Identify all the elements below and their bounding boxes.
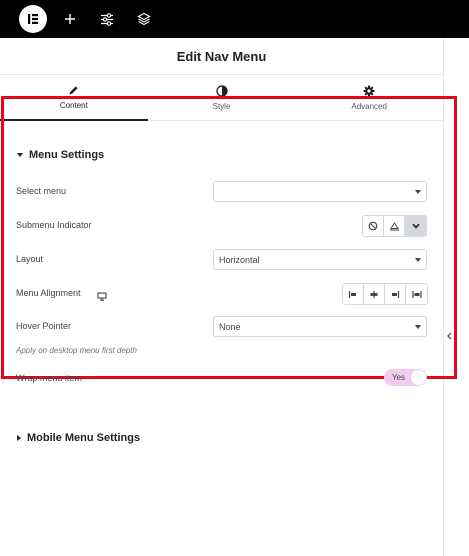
align-justify-button[interactable]: [406, 284, 427, 304]
submenu-indicator-classic-button[interactable]: [384, 216, 405, 236]
menu-settings-title: Menu Settings: [29, 149, 105, 161]
layout-dropdown[interactable]: Horizontal: [213, 249, 427, 270]
half-circle-icon: [215, 84, 228, 97]
pencil-icon: [69, 86, 78, 95]
align-start-icon: [348, 290, 356, 298]
none-icon: [368, 221, 378, 231]
submenu-indicator-label: Submenu Indicator: [16, 220, 92, 230]
mobile-menu-settings-header[interactable]: Mobile Menu Settings: [17, 432, 140, 444]
menu-alignment-choices: [342, 283, 428, 305]
panel-title: Edit Nav Menu: [0, 38, 443, 75]
menu-settings-header[interactable]: Menu Settings: [17, 149, 104, 161]
wrap-menu-item-toggle-label: Yes: [392, 373, 406, 382]
select-menu-label: Select menu: [16, 186, 67, 196]
caret-down-icon: [17, 153, 23, 157]
chevron-down-icon: [411, 223, 420, 229]
align-center-icon: [370, 290, 378, 298]
site-settings-button[interactable]: [98, 10, 116, 28]
chevron-down-icon: [415, 325, 421, 329]
layers-icon: [137, 12, 151, 26]
toggle-knob: [411, 370, 426, 385]
collapse-panel-button[interactable]: [444, 326, 454, 346]
caret-right-icon: [17, 435, 21, 441]
chevron-left-icon: [446, 332, 451, 340]
align-justify-icon: [411, 290, 422, 298]
classic-icon: [389, 222, 399, 231]
structure-button[interactable]: [135, 10, 153, 28]
hover-pointer-label: Hover Pointer: [16, 321, 72, 331]
gear-icon: [363, 85, 375, 96]
elementor-logo-icon: [28, 14, 38, 24]
top-bar: [0, 0, 469, 38]
add-element-button[interactable]: [61, 10, 79, 28]
submenu-indicator-choices: [362, 215, 427, 237]
mobile-menu-settings-title: Mobile Menu Settings: [27, 432, 141, 444]
hover-pointer-dropdown[interactable]: None: [213, 316, 427, 337]
select-menu-dropdown[interactable]: [213, 181, 427, 202]
sliders-icon: [101, 12, 113, 26]
hover-pointer-hint: Apply on desktop menu first depth: [16, 346, 137, 355]
plus-icon: [65, 14, 75, 24]
layout-label: Layout: [16, 254, 44, 264]
wrap-menu-item-label: Wrap menu item: [16, 373, 82, 383]
align-center-button[interactable]: [364, 284, 385, 304]
submenu-indicator-none-button[interactable]: [363, 216, 384, 236]
hover-pointer-value: None: [219, 321, 241, 332]
submenu-indicator-chevron-button[interactable]: [405, 216, 426, 236]
align-end-button[interactable]: [385, 284, 406, 304]
desktop-icon: [97, 292, 107, 301]
menu-alignment-label: Menu Alignment: [16, 288, 81, 298]
align-start-button[interactable]: [343, 284, 364, 304]
chevron-down-icon: [415, 258, 421, 262]
responsive-device-button[interactable]: [97, 288, 107, 306]
align-end-icon: [392, 290, 400, 298]
chevron-down-icon: [415, 190, 421, 194]
layout-value: Horizontal: [219, 254, 260, 265]
wrap-menu-item-toggle[interactable]: Yes: [384, 369, 427, 386]
elementor-logo-button[interactable]: [19, 5, 47, 33]
